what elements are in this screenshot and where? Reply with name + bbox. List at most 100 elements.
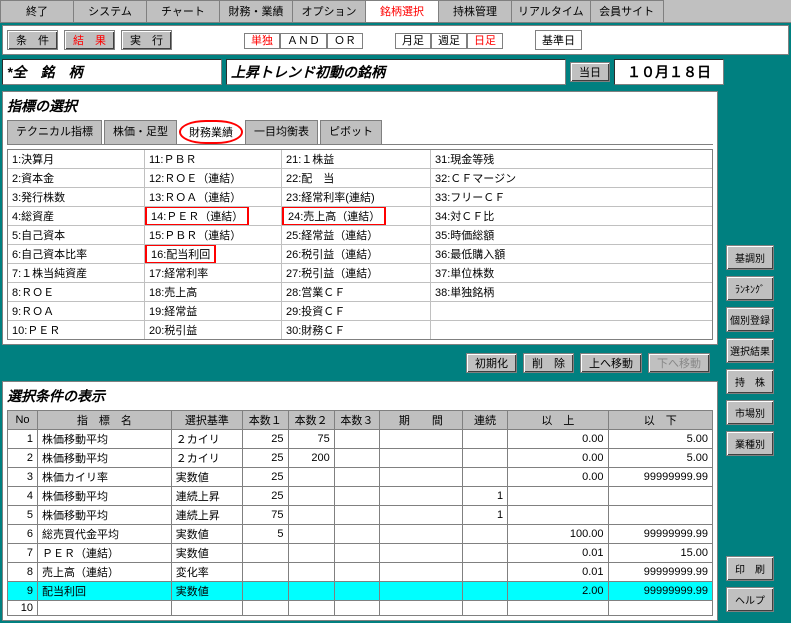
today-button[interactable]: 当日 (570, 62, 610, 82)
top-tab-8[interactable]: 会員サイト (590, 0, 664, 22)
ind-cell-8-1[interactable]: 19:経常益 (145, 302, 282, 320)
right-btn-0[interactable]: 基調別 (726, 245, 774, 270)
cond-cell-8-2[interactable]: 実数値 (171, 582, 242, 601)
cond-cell-9-1[interactable] (37, 601, 171, 616)
cond-cell-0-4[interactable]: 75 (288, 430, 334, 449)
ind-cell-6-1[interactable]: 17:経常利率 (145, 264, 282, 282)
cond-cell-3-9[interactable] (608, 487, 712, 506)
cond-cell-1-9[interactable]: 5.00 (608, 449, 712, 468)
ind-cell-0-3[interactable]: 31:現金等残 (431, 150, 579, 168)
cond-cell-6-8[interactable]: 0.01 (508, 544, 608, 563)
top-tab-4[interactable]: オプション (292, 0, 366, 22)
cond-cell-2-7[interactable] (462, 468, 507, 487)
cond-cell-8-8[interactable]: 2.00 (508, 582, 608, 601)
cond-cell-7-2[interactable]: 変化率 (171, 563, 242, 582)
ind-cell-8-3[interactable] (431, 302, 579, 320)
top-tab-6[interactable]: 持株管理 (438, 0, 512, 22)
cond-cell-6-1[interactable]: ＰＥＲ（連結） (37, 544, 171, 563)
sub-tab-0[interactable]: テクニカル指標 (7, 120, 102, 144)
top-tab-3[interactable]: 財務・業績 (219, 0, 293, 22)
tb2-0[interactable]: 単独 (244, 33, 280, 49)
cond-cell-2-4[interactable] (288, 468, 334, 487)
cond-cell-9-3[interactable] (243, 601, 288, 616)
cond-cell-6-6[interactable] (379, 544, 462, 563)
cond-cell-0-7[interactable] (462, 430, 507, 449)
cond-cell-0-1[interactable]: 株価移動平均 (37, 430, 171, 449)
cond-cell-3-6[interactable] (379, 487, 462, 506)
cond-cell-8-9[interactable]: 99999999.99 (608, 582, 712, 601)
right-btn-7[interactable]: 印 刷 (726, 556, 774, 581)
cond-cell-3-7[interactable]: 1 (462, 487, 507, 506)
cond-cell-2-2[interactable]: 実数値 (171, 468, 242, 487)
cond-cell-1-2[interactable]: ２カイリ (171, 449, 242, 468)
ind-cell-7-0[interactable]: 8:ＲＯＥ (8, 283, 145, 301)
cond-cell-4-5[interactable] (334, 506, 379, 525)
cond-cell-3-8[interactable] (508, 487, 608, 506)
cond-cell-4-6[interactable] (379, 506, 462, 525)
ind-cell-5-1[interactable]: 16:配当利回 (145, 245, 282, 263)
ind-cell-5-2[interactable]: 26:税引益（連結） (282, 245, 431, 263)
cond-cell-8-1[interactable]: 配当利回 (37, 582, 171, 601)
ind-cell-1-3[interactable]: 32:ＣＦマージン (431, 169, 579, 187)
cond-cell-4-2[interactable]: 連続上昇 (171, 506, 242, 525)
cond-cell-7-9[interactable]: 99999999.99 (608, 563, 712, 582)
ind-cell-9-0[interactable]: 10:ＰＥＲ (8, 321, 145, 339)
ind-cell-3-2[interactable]: 24:売上高（連結） (282, 207, 431, 225)
cond-cell-8-3[interactable] (243, 582, 288, 601)
cond-cell-4-7[interactable]: 1 (462, 506, 507, 525)
cond-cell-1-0[interactable]: 2 (8, 449, 38, 468)
cond-cell-8-0[interactable]: 9 (8, 582, 38, 601)
cond-button[interactable]: 条 件 (7, 30, 58, 50)
ind-cell-6-3[interactable]: 37:単位株数 (431, 264, 579, 282)
ind-cell-9-2[interactable]: 30:財務ＣＦ (282, 321, 431, 339)
top-tab-0[interactable]: 終了 (0, 0, 74, 22)
cond-cell-7-3[interactable] (243, 563, 288, 582)
sub-tab-4[interactable]: ピボット (320, 120, 382, 144)
ind-cell-8-2[interactable]: 29:投資ＣＦ (282, 302, 431, 320)
cond-cell-1-5[interactable] (334, 449, 379, 468)
cond-cell-4-0[interactable]: 5 (8, 506, 38, 525)
cond-cell-8-5[interactable] (334, 582, 379, 601)
cond-cell-5-0[interactable]: 6 (8, 525, 38, 544)
right-btn-4[interactable]: 持 株 (726, 369, 774, 394)
ind-cell-3-3[interactable]: 34:対ＣＦ比 (431, 207, 579, 225)
right-btn-5[interactable]: 市場別 (726, 400, 774, 425)
ind-cell-8-0[interactable]: 9:ＲＯＡ (8, 302, 145, 320)
cond-cell-5-8[interactable]: 100.00 (508, 525, 608, 544)
cond-cell-4-1[interactable]: 株価移動平均 (37, 506, 171, 525)
cond-cell-3-4[interactable] (288, 487, 334, 506)
exec-button[interactable]: 実 行 (121, 30, 172, 50)
ind-cell-4-3[interactable]: 35:時価総額 (431, 226, 579, 244)
ind-cell-4-2[interactable]: 25:経常益（連結） (282, 226, 431, 244)
cond-cell-6-5[interactable] (334, 544, 379, 563)
ind-cell-2-2[interactable]: 23:経常利率(連結) (282, 188, 431, 206)
cond-cell-1-4[interactable]: 200 (288, 449, 334, 468)
cond-cell-1-1[interactable]: 株価移動平均 (37, 449, 171, 468)
ind-cell-6-2[interactable]: 27:税引益（連結） (282, 264, 431, 282)
cond-cell-9-8[interactable] (508, 601, 608, 616)
ind-cell-6-0[interactable]: 7:１株当純資産 (8, 264, 145, 282)
ind-cell-2-3[interactable]: 33:フリーＣＦ (431, 188, 579, 206)
ind-cell-2-1[interactable]: 13:ＲＯＡ（連結） (145, 188, 282, 206)
cond-cell-7-6[interactable] (379, 563, 462, 582)
cond-cell-7-5[interactable] (334, 563, 379, 582)
cond-cell-5-2[interactable]: 実数値 (171, 525, 242, 544)
cond-cell-4-8[interactable] (508, 506, 608, 525)
cond-cell-0-8[interactable]: 0.00 (508, 430, 608, 449)
cond-cell-0-5[interactable] (334, 430, 379, 449)
cond-cell-5-9[interactable]: 99999999.99 (608, 525, 712, 544)
cond-cell-0-0[interactable]: 1 (8, 430, 38, 449)
ind-cell-4-1[interactable]: 15:ＰＢＲ（連結） (145, 226, 282, 244)
cond-cell-7-1[interactable]: 売上高（連結） (37, 563, 171, 582)
result-button[interactable]: 結 果 (64, 30, 115, 50)
cond-cell-6-0[interactable]: 7 (8, 544, 38, 563)
init-button[interactable]: 初期化 (466, 353, 517, 373)
cond-cell-8-4[interactable] (288, 582, 334, 601)
cond-cell-2-8[interactable]: 0.00 (508, 468, 608, 487)
cond-cell-6-9[interactable]: 15.00 (608, 544, 712, 563)
cond-cell-9-0[interactable]: 10 (8, 601, 38, 616)
right-btn-3[interactable]: 選択結果 (726, 338, 774, 363)
cond-cell-9-6[interactable] (379, 601, 462, 616)
ind-cell-0-2[interactable]: 21:１株益 (282, 150, 431, 168)
cond-cell-1-7[interactable] (462, 449, 507, 468)
